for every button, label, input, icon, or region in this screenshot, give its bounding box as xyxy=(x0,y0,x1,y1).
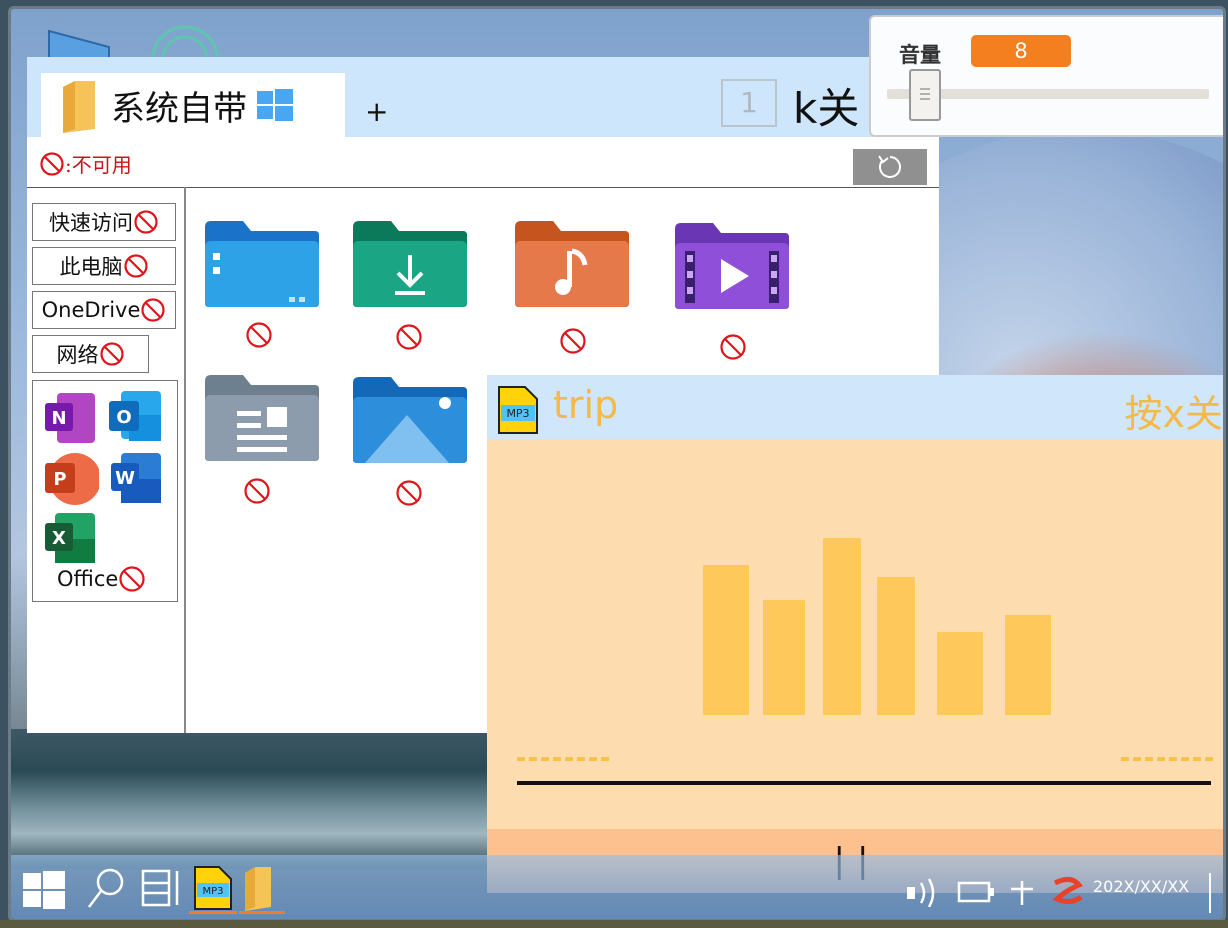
ban-icon xyxy=(134,210,158,234)
equalizer-bar xyxy=(763,600,805,715)
documents-folder-icon[interactable] xyxy=(203,371,321,463)
volume-value-badge: 8 xyxy=(971,35,1071,67)
volume-popup: 音量 8 xyxy=(869,15,1223,137)
pictures-folder-icon[interactable] xyxy=(351,373,469,465)
tab-label: 系统自带 xyxy=(111,88,247,129)
clock[interactable]: 202X/XX/XX xyxy=(1093,877,1189,896)
svg-text:X: X xyxy=(52,528,66,549)
track-name: trip xyxy=(553,383,619,427)
taskbar-explorer-icon[interactable] xyxy=(237,863,287,915)
ban-icon xyxy=(396,480,422,506)
office-group[interactable]: N O P W X Office xyxy=(32,380,178,602)
music-player-window: MP3 trip 按x关 || xyxy=(487,375,1224,893)
sidebar-item-onedrive[interactable]: OneDrive xyxy=(32,291,176,329)
battery-icon[interactable] xyxy=(957,877,997,907)
start-icon[interactable] xyxy=(21,867,67,913)
sidebar-item-network[interactable]: 网络 xyxy=(32,335,149,373)
equalizer-bar xyxy=(703,565,749,715)
sidebar-item-this-pc[interactable]: 此电脑 xyxy=(32,247,176,285)
player-titlebar: MP3 trip 按x关 xyxy=(487,375,1224,439)
equalizer-bar xyxy=(823,538,861,715)
videos-folder-icon[interactable] xyxy=(673,219,791,311)
downloads-folder-icon[interactable] xyxy=(351,217,469,309)
close-hint: k关 xyxy=(793,84,860,133)
ime-icon[interactable] xyxy=(1051,875,1085,905)
network-icon[interactable] xyxy=(1007,877,1037,907)
time-total-placeholder xyxy=(1121,757,1213,761)
ban-icon xyxy=(141,298,165,322)
volume-label: 音量 xyxy=(899,43,941,67)
svg-text:W: W xyxy=(115,468,135,489)
desktop-circle-icon[interactable] xyxy=(147,21,223,59)
taskbar-music-icon[interactable]: MP3 xyxy=(189,863,237,915)
volume-slider-thumb[interactable] xyxy=(909,69,941,121)
office-label: Office xyxy=(57,565,146,593)
ban-icon xyxy=(396,324,422,350)
sidebar-item-label: OneDrive xyxy=(41,298,141,322)
sidebar-item-label: 快速访问 xyxy=(49,211,133,235)
ban-icon xyxy=(40,151,64,176)
music-folder-icon[interactable] xyxy=(513,217,631,309)
folder-icon xyxy=(63,81,95,133)
new-tab-button[interactable]: + xyxy=(365,95,388,128)
desktop-folder-icon[interactable] xyxy=(203,217,321,309)
svg-text:MP3: MP3 xyxy=(202,886,223,897)
show-desktop-button[interactable] xyxy=(1209,873,1211,913)
volume-icon[interactable] xyxy=(905,877,945,907)
refresh-button[interactable] xyxy=(853,149,927,185)
unavailable-label: :不可用 xyxy=(65,153,132,177)
progress-bar[interactable] xyxy=(517,781,1211,785)
equalizer-bar xyxy=(877,577,915,715)
sidebar-item-label: 网络 xyxy=(56,343,99,367)
outlook-icon[interactable]: O xyxy=(107,389,163,445)
desktop: 系统自带 + 1 k关 :不可用 快速访问 此电脑 OneDrive 网络 N … xyxy=(8,6,1226,922)
ban-icon xyxy=(560,328,586,354)
svg-text:MP3: MP3 xyxy=(506,407,529,420)
taskbar: MP3 202X/XX/XX xyxy=(11,855,1223,919)
svg-text:P: P xyxy=(53,469,66,490)
bottom-strip xyxy=(0,920,1228,928)
explorer-address-bar: :不可用 xyxy=(27,137,939,188)
wallpaper-lake xyxy=(11,729,491,869)
office-label-text: Office xyxy=(57,567,119,591)
sidebar-item-quick-access[interactable]: 快速访问 xyxy=(32,203,176,241)
ban-icon xyxy=(119,566,145,592)
excel-icon[interactable]: X xyxy=(43,511,99,567)
explorer-sidebar: 快速访问 此电脑 OneDrive 网络 N O P W X Office xyxy=(27,187,186,733)
tab-system[interactable]: 系统自带 xyxy=(41,73,345,137)
search-icon[interactable] xyxy=(85,865,127,911)
svg-text:O: O xyxy=(116,407,131,428)
equalizer-bar xyxy=(937,632,983,715)
desktop-monitor-icon[interactable] xyxy=(45,27,115,59)
powerpoint-icon[interactable]: P xyxy=(43,451,99,507)
time-elapsed-placeholder xyxy=(517,757,609,761)
sidebar-item-label: 此电脑 xyxy=(59,255,123,279)
equalizer-bar xyxy=(1005,615,1051,715)
unavailable-legend: :不可用 xyxy=(39,149,132,178)
ban-icon xyxy=(99,342,124,366)
windows-logo-icon xyxy=(257,89,293,121)
ban-icon xyxy=(720,334,746,360)
tab-count-badge: 1 xyxy=(721,79,777,127)
mp3-file-icon: MP3 xyxy=(498,386,538,434)
ban-icon xyxy=(244,478,270,504)
refresh-icon xyxy=(878,155,901,178)
explorer-titlebar: 系统自带 + 1 k关 xyxy=(27,57,939,137)
ban-icon xyxy=(246,322,272,348)
ban-icon xyxy=(123,254,148,278)
word-icon[interactable]: W xyxy=(109,451,165,507)
onenote-icon[interactable]: N xyxy=(43,391,99,447)
svg-text:N: N xyxy=(51,408,66,429)
task-view-icon[interactable] xyxy=(139,865,183,911)
grip-icon xyxy=(920,88,930,100)
player-close-hint: 按x关 xyxy=(1124,392,1224,436)
